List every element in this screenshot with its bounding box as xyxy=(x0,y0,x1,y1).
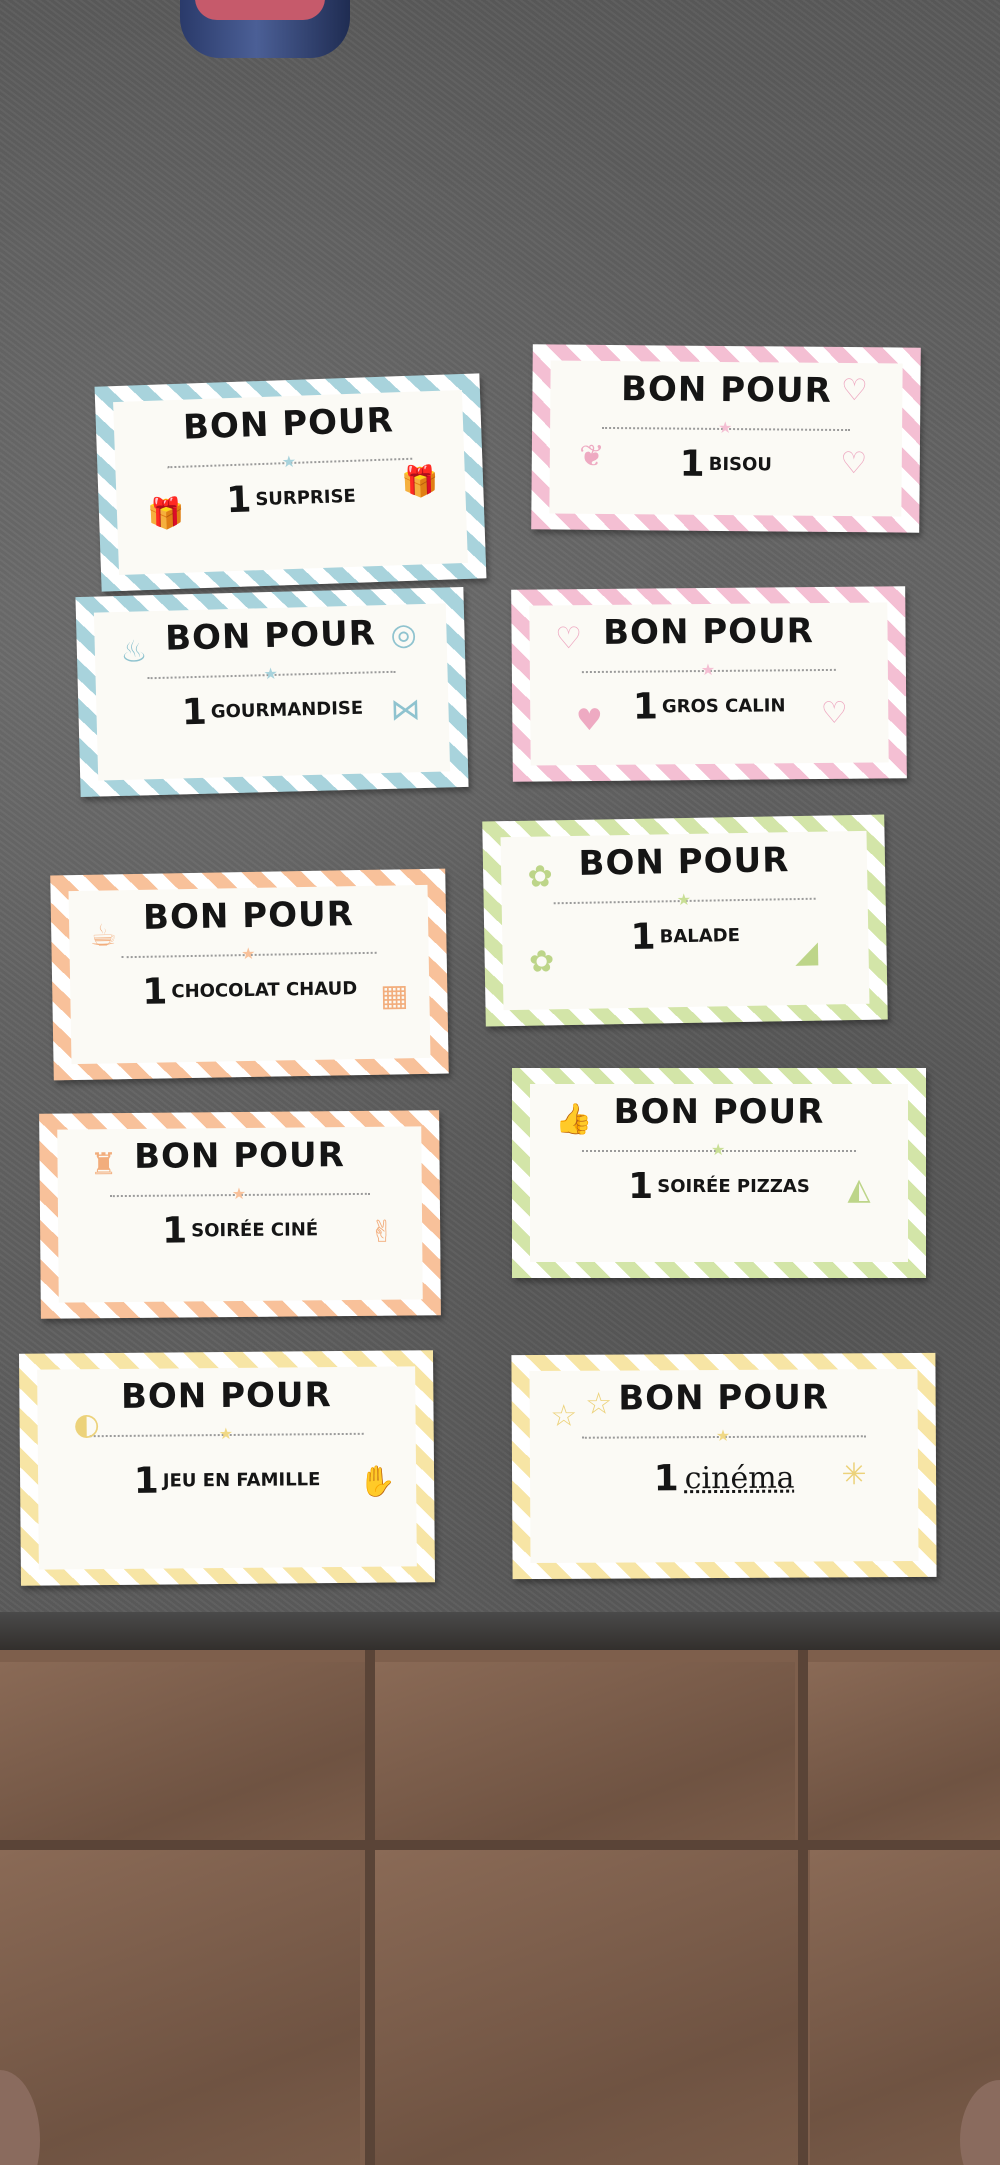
star-icon: ☆ xyxy=(585,1386,613,1422)
coupon-card-jeu-en-famille: BON POUR ★ 1 JEU EN FAMILLE ◐ ✋ xyxy=(18,1350,436,1586)
hand-icon: ✋ xyxy=(358,1464,396,1500)
coupon-card-soiree-cine: BON POUR ★ 1 SOIRÉE CINÉ ♜ ✌ xyxy=(39,1110,441,1319)
coupon-card-soiree-pizzas: BON POUR ★ 1 SOIRÉE PIZZAS 👍 ◭ xyxy=(512,1068,926,1278)
heart-icon: ♡ xyxy=(820,695,848,732)
pizza-icon: ◭ xyxy=(847,1172,871,1207)
star-icon: ★ xyxy=(231,1183,247,1204)
coupon-card-balade: BON POUR ★ 1 BALADE ✿ ✿ ◢ xyxy=(482,814,888,1027)
tile-floor xyxy=(0,1650,1000,2165)
cupcake-icon: ♨ xyxy=(120,634,148,670)
heart-icon: ♡ xyxy=(554,621,583,657)
heart-icon: ♡ xyxy=(840,445,868,482)
popcorn-icon: ♜ xyxy=(89,1147,118,1183)
chocolate-bar-icon: ▦ xyxy=(379,978,409,1014)
heart-icon: ♥ xyxy=(575,702,603,739)
handwritten-item: cinéma xyxy=(684,1460,795,1497)
photo-scene: BON POUR ★ 1 SURPRISE 🎁 🎁 BON POUR ★ 1 BIS… xyxy=(0,0,1000,2165)
coupon-card-cinema: BON POUR ★ 1 cinéma ☆ ☆ ✳ xyxy=(511,1352,937,1580)
candy-icon: ⋈ xyxy=(390,692,421,728)
star-icon: ★ xyxy=(700,659,716,680)
flower-icon: ✿ xyxy=(527,859,554,895)
coupon-card-gros-calin: BON POUR ★ 1 GROS CALIN ♡ ♥ ♡ xyxy=(511,586,907,782)
star-icon: ★ xyxy=(240,943,256,964)
star-icon: ★ xyxy=(718,417,733,438)
can-label xyxy=(195,0,325,20)
sparkle-icon: ✳ xyxy=(841,1457,867,1493)
coupon-card-chocolat-chaud: BON POUR ★ 1 CHOCOLAT CHAUD ☕ ▦ xyxy=(50,868,449,1081)
star-icon: ★ xyxy=(715,1425,731,1446)
coupon-card-gourmandise: BON POUR ★ 1 GOURMANDISE ♨ ◎ ⋈ xyxy=(75,586,469,798)
mug-icon: ☕ xyxy=(89,918,118,954)
star-icon: ★ xyxy=(281,451,297,472)
star-icon: ★ xyxy=(676,889,692,910)
flower-icon: ✿ xyxy=(528,944,555,980)
bunny-icon: ✌ xyxy=(369,1214,395,1250)
star-icon: ★ xyxy=(218,1423,234,1444)
heart-icon: ♡ xyxy=(840,373,869,409)
lollipop-icon: ◎ xyxy=(390,617,418,653)
thumbs-up-icon: 👍 xyxy=(555,1102,593,1137)
shoe-icon: ◢ xyxy=(794,934,819,971)
gift-icon: 🎁 xyxy=(400,463,440,501)
star-icon: ★ xyxy=(711,1140,726,1159)
coupon-card-bisou: BON POUR ★ 1 BISOU ♡ ❦ ♡ xyxy=(531,344,921,533)
lips-icon: ❦ xyxy=(579,438,605,474)
ball-icon: ◐ xyxy=(73,1407,100,1443)
star-icon: ★ xyxy=(263,663,279,684)
gift-icon: 🎁 xyxy=(146,495,186,533)
coupon-card-surprise: BON POUR ★ 1 SURPRISE 🎁 🎁 xyxy=(94,373,487,592)
